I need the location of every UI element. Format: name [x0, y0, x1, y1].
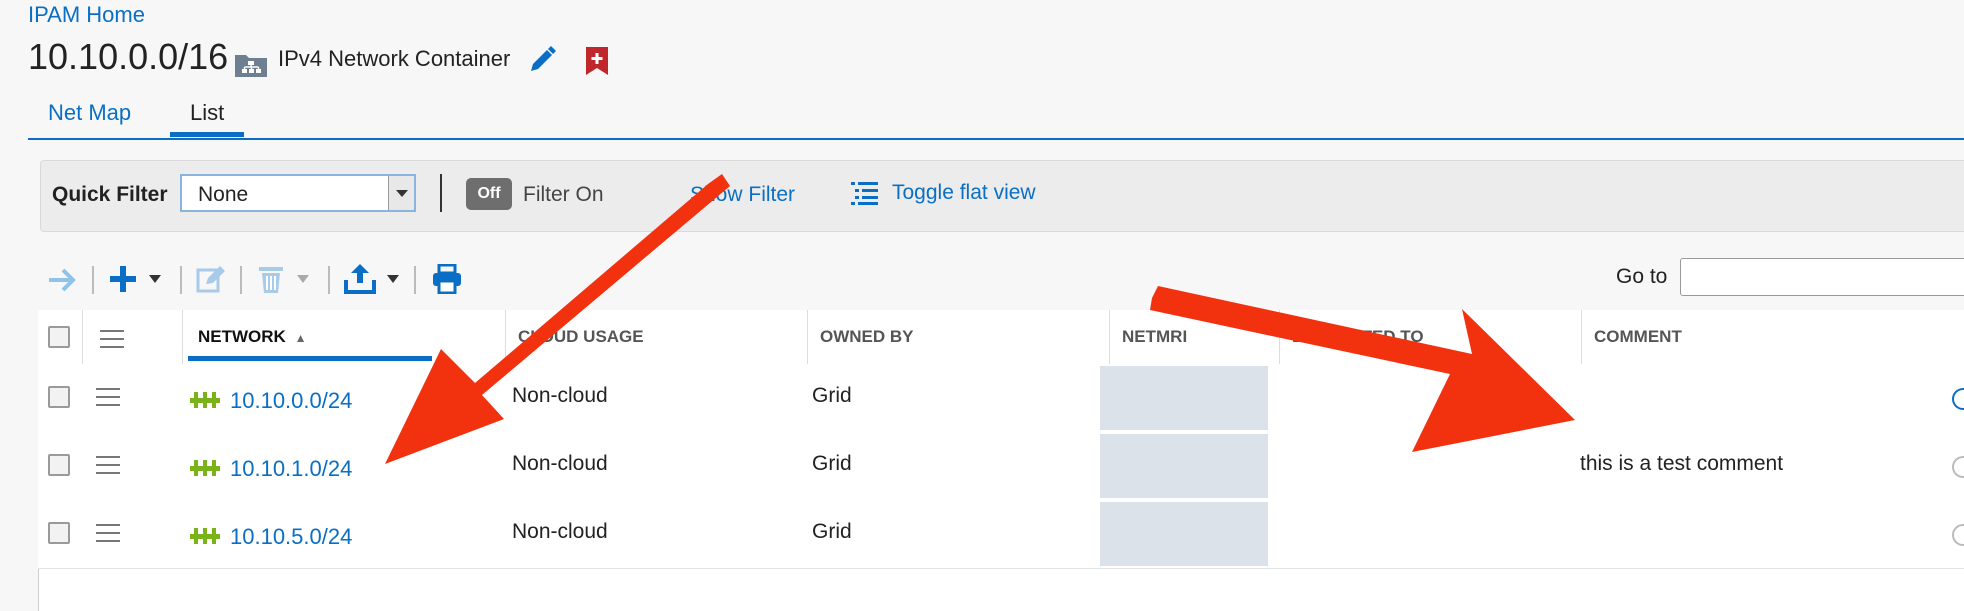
network-link[interactable]: 10.10.1.0/24 [230, 456, 352, 482]
network-icon [190, 460, 220, 476]
row-menu-icon[interactable] [96, 524, 120, 542]
active-tab-indicator [170, 132, 244, 137]
row-checkbox[interactable] [48, 386, 70, 408]
goto-label: Go to [1616, 265, 1668, 288]
tab-net-map[interactable]: Net Map [48, 100, 131, 138]
network-icon [190, 392, 220, 408]
quick-filter-value: None [198, 183, 249, 206]
print-icon[interactable] [432, 264, 462, 294]
chevron-down-icon[interactable] [388, 176, 414, 210]
column-header-netmri-label: NETMRI [1122, 327, 1188, 346]
sort-ascending-icon[interactable]: ▲ [295, 331, 307, 345]
chevron-down-icon[interactable] [296, 274, 310, 284]
row-menu-icon[interactable] [96, 456, 120, 474]
netmri-cell [1100, 502, 1268, 566]
column-header-delegated-to[interactable]: DELEGATED TO [1280, 310, 1582, 364]
column-header-netmri[interactable]: NETMRI [1110, 310, 1280, 364]
header-menu-icon[interactable] [100, 330, 124, 348]
toolbar-separator [414, 266, 416, 294]
container-type-label: IPv4 Network Container [278, 46, 511, 71]
row-menu-icon[interactable] [96, 388, 120, 406]
show-filter-link[interactable]: Show Filter [690, 183, 795, 207]
column-header-owned-by-label: OWNED BY [820, 327, 914, 346]
cloud-usage-cell: Non-cloud [512, 452, 608, 475]
filter-toggle-switch[interactable]: Off [466, 178, 512, 210]
network-link[interactable]: 10.10.5.0/24 [230, 524, 352, 550]
chevron-down-icon[interactable] [148, 274, 162, 284]
column-header-network-label: NETWORK [198, 327, 286, 346]
header-divider [182, 310, 183, 364]
flat-view-list-icon[interactable] [850, 180, 880, 206]
toolbar-separator [180, 266, 182, 294]
netmri-cell [1100, 434, 1268, 498]
breadcrumb-ipam-home[interactable]: IPAM Home [28, 2, 145, 28]
bookmark-add-icon[interactable] [584, 46, 610, 76]
delete-icon[interactable] [258, 264, 284, 294]
filter-separator [440, 174, 442, 212]
goto-input[interactable] [1680, 258, 1964, 296]
column-header-cloud-usage-label: CLOUD USAGE [518, 327, 644, 346]
column-header-owned-by[interactable]: OWNED BY [808, 310, 1110, 364]
toolbar-separator [328, 266, 330, 294]
edit-icon[interactable] [196, 264, 228, 294]
export-icon[interactable] [344, 262, 376, 294]
cloud-usage-cell: Non-cloud [512, 520, 608, 543]
edit-pencil-icon[interactable] [526, 44, 558, 76]
column-header-comment[interactable]: COMMENT [1582, 310, 1964, 364]
cloud-usage-cell: Non-cloud [512, 384, 608, 407]
row-checkbox[interactable] [48, 454, 70, 476]
filter-on-label: Filter On [523, 183, 604, 206]
add-icon[interactable] [108, 264, 138, 294]
owned-by-cell: Grid [812, 384, 852, 407]
sorted-column-indicator [188, 356, 432, 361]
network-link[interactable]: 10.10.0.0/24 [230, 388, 352, 414]
owned-by-cell: Grid [812, 520, 852, 543]
column-header-delegated-to-label: DELEGATED TO [1292, 327, 1424, 346]
quick-filter-label: Quick Filter [52, 183, 168, 206]
row-checkbox[interactable] [48, 522, 70, 544]
toolbar-separator [240, 266, 242, 294]
select-all-checkbox[interactable] [48, 326, 70, 348]
tab-divider [28, 138, 1964, 140]
netmri-cell [1100, 366, 1268, 430]
toolbar-separator [92, 266, 94, 294]
owned-by-cell: Grid [812, 452, 852, 475]
page-title: 10.10.0.0/16 [28, 36, 229, 77]
chevron-down-icon[interactable] [386, 274, 400, 284]
column-header-comment-label: COMMENT [1594, 327, 1682, 346]
header-divider [82, 310, 83, 364]
arrow-right-icon[interactable] [46, 266, 78, 294]
network-container-folder-icon [235, 55, 267, 77]
network-icon [190, 528, 220, 544]
column-header-cloud-usage[interactable]: CLOUD USAGE [506, 310, 808, 364]
toggle-flat-view-link[interactable]: Toggle flat view [892, 181, 1036, 205]
comment-cell: this is a test comment [1580, 452, 1784, 475]
